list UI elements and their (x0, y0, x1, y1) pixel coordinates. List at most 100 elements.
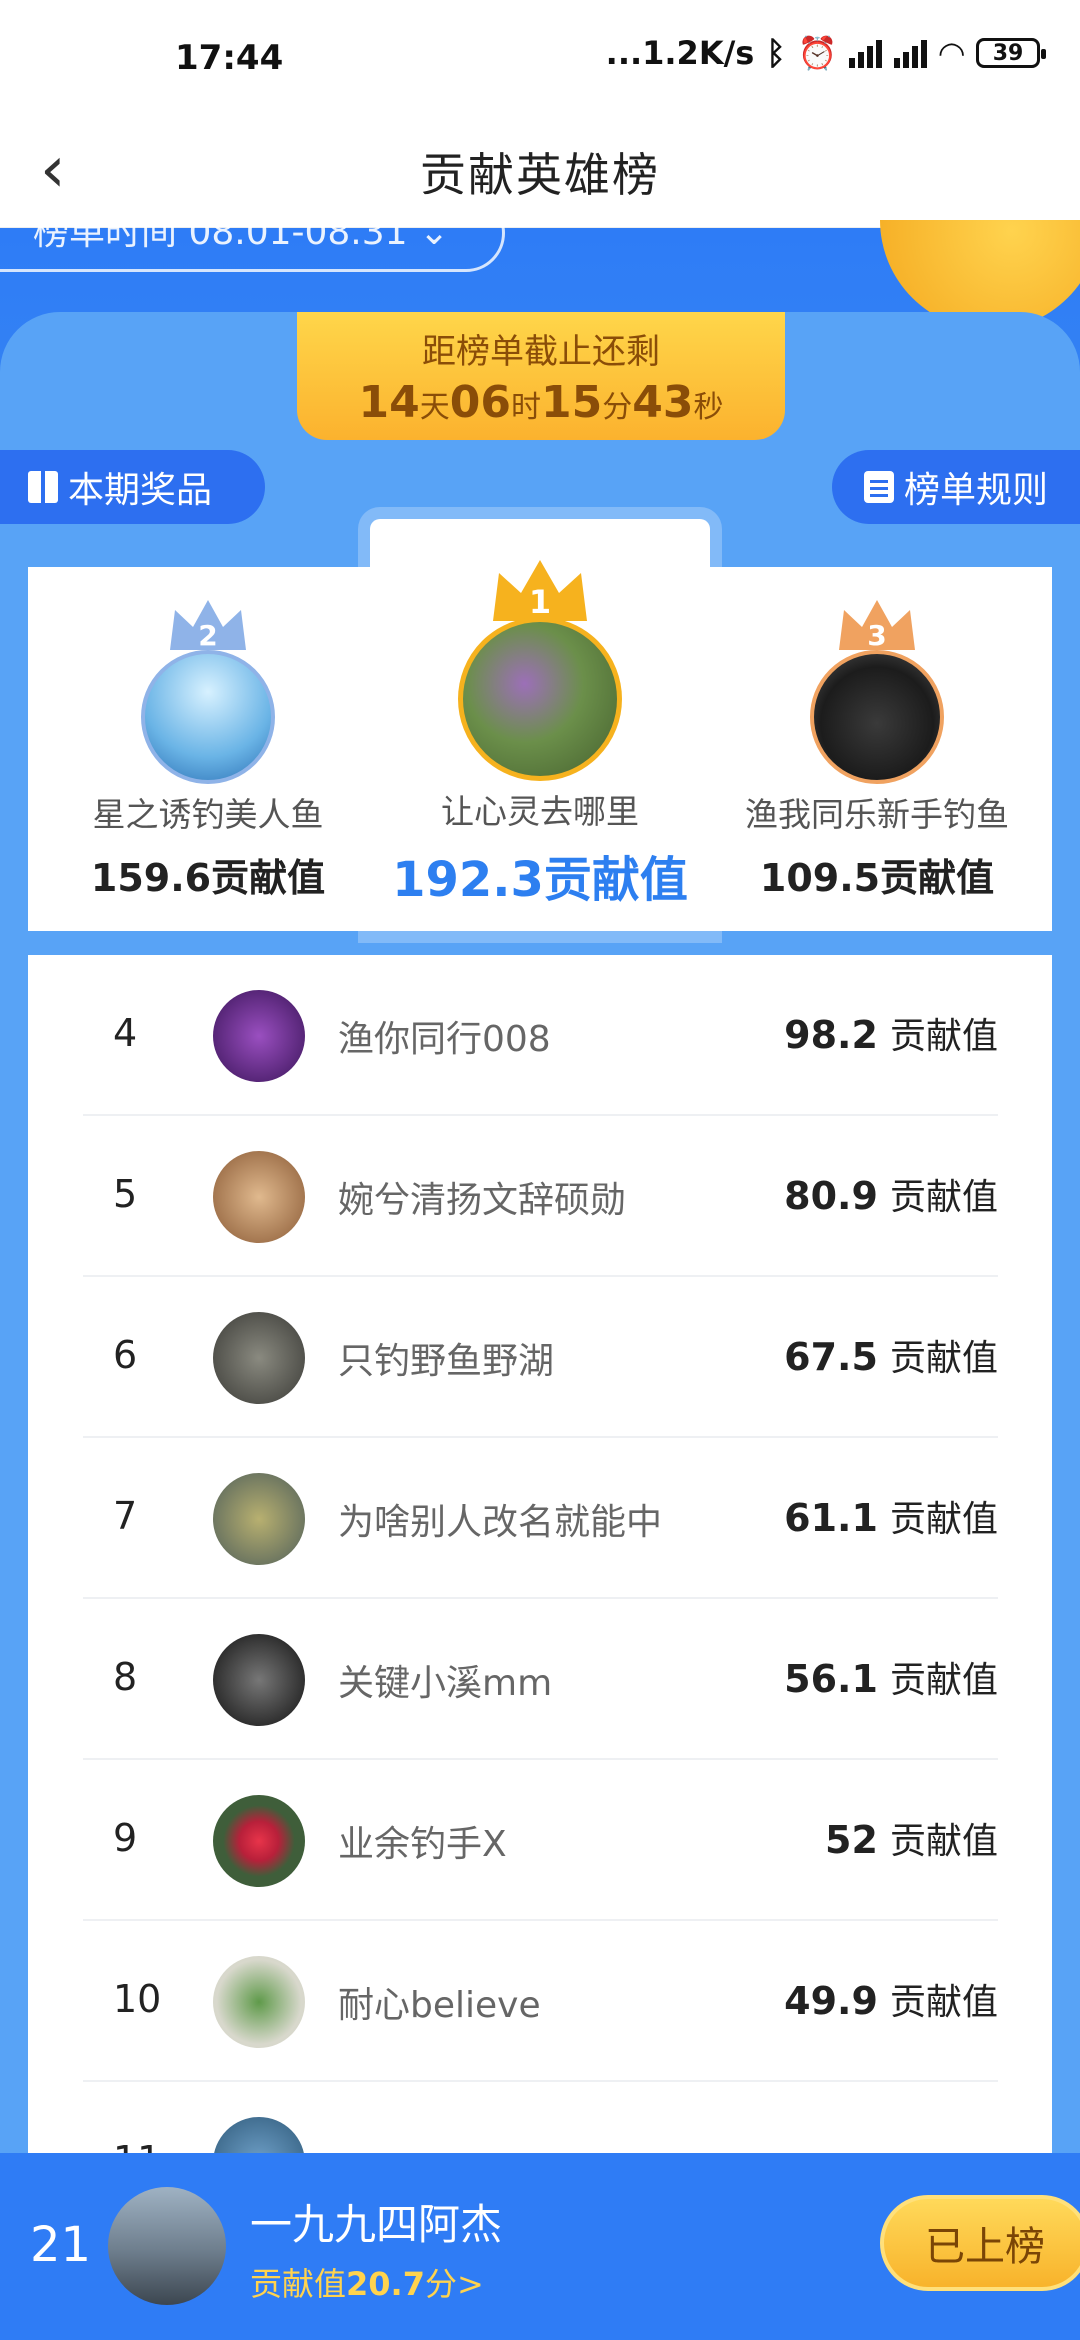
gift-icon (28, 471, 58, 503)
countdown-value: 14天06时15分43秒 (297, 377, 785, 428)
score-unit: 贡献值 (889, 1660, 998, 1701)
list-name: 渔你同行008 (338, 1019, 551, 1060)
avatar (213, 1312, 305, 1404)
podium-score: 109.5贡献值 (759, 856, 995, 900)
podium-name: 星之诱钓美人鱼 (92, 795, 324, 834)
avatar (213, 1956, 305, 2048)
my-rank: 21 (30, 2217, 92, 2273)
list-item[interactable]: 10 耐心believe 49.9 贡献值 (83, 1921, 998, 2082)
network-speed: ...1.2K/s (605, 34, 755, 72)
list-rank: 7 (113, 1494, 138, 1538)
rules-button[interactable]: 榜单规则 (832, 450, 1080, 524)
score-unit: 贡献值 (889, 1821, 998, 1862)
list-name: 婉兮清扬文辞硕勋 (338, 1180, 627, 1221)
avatar (213, 1151, 305, 1243)
list-name: 业余钓手X (338, 1824, 507, 1865)
score-value: 56.1 (784, 1657, 878, 1701)
list-item[interactable]: 4 渔你同行008 98.2 贡献值 (83, 955, 998, 1116)
list-name: 关键小溪mm (338, 1663, 553, 1704)
score-unit: 贡献值 (889, 1982, 998, 2023)
alarm-icon: ⏰ (797, 34, 838, 72)
prizes-button[interactable]: 本期奖品 (0, 450, 265, 524)
countdown-hours: 06 (449, 377, 511, 428)
countdown-label: 距榜单截止还剩 (422, 332, 660, 372)
list-item[interactable]: 7 为啥别人改名就能中 61.1 贡献值 (83, 1438, 998, 1599)
countdown-seconds: 43 (632, 377, 694, 428)
minutes-unit: 分 (602, 390, 633, 425)
score-unit: 贡献值 (889, 1499, 998, 1540)
avatar[interactable] (108, 2187, 226, 2305)
signal-icon-2 (894, 38, 928, 68)
ranking-list: 4 渔你同行008 98.2 贡献值 5 婉兮清扬文辞硕勋 80.9 贡献值 6… (28, 955, 1052, 2155)
avatar (213, 1634, 305, 1726)
list-score: 61.1 贡献值 (784, 1490, 998, 1542)
ranked-button[interactable]: 已上榜 (880, 2195, 1080, 2291)
podium-score: 159.6贡献值 (90, 856, 326, 900)
podium-first[interactable]: 1 让心灵去哪里 192.3贡献值 (380, 555, 700, 925)
list-score: 67.5 贡献值 (784, 1329, 998, 1381)
hours-unit: 时 (511, 390, 541, 425)
list-item[interactable]: 11 (83, 2082, 998, 2155)
list-item[interactable]: 9 业余钓手X 52 贡献值 (83, 1760, 998, 1921)
score-value: 52 (825, 1818, 878, 1862)
signal-icon (849, 38, 883, 68)
rank-number: 1 (529, 583, 551, 621)
list-item[interactable]: 6 只钓野鱼野湖 67.5 贡献值 (83, 1277, 998, 1438)
score-value: 67.5 (784, 1335, 878, 1379)
document-icon (864, 471, 894, 503)
list-rank: 10 (113, 1977, 162, 2021)
list-name: 只钓野鱼野湖 (338, 1341, 555, 1382)
range-label: 榜单时间 08.01-08.31 (33, 212, 408, 253)
countdown-minutes: 15 (541, 377, 603, 428)
list-score: 52 贡献值 (825, 1812, 998, 1864)
rank-number: 2 (198, 619, 217, 652)
countdown-days: 14 (358, 377, 420, 428)
list-rank: 9 (113, 1816, 138, 1860)
list-name: 为啥别人改名就能中 (338, 1502, 663, 1543)
avatar (213, 990, 305, 1082)
score-prefix: 贡献值 (250, 2265, 347, 2303)
podium-second[interactable]: 2 星之诱钓美人鱼 159.6贡献值 (58, 595, 358, 925)
score-value: 98.2 (784, 1013, 878, 1057)
score-value: 49.9 (784, 1979, 878, 2023)
podium-score: 192.3贡献值 (392, 852, 688, 908)
score-unit: 贡献值 (889, 1177, 998, 1218)
prizes-label: 本期奖品 (68, 470, 213, 511)
list-item[interactable]: 8 关键小溪mm 56.1 贡献值 (83, 1599, 998, 1760)
my-score-link[interactable]: 贡献值20.7分> (250, 2259, 484, 2305)
score-value: 80.9 (784, 1174, 878, 1218)
avatar (141, 650, 275, 784)
wifi-icon: ◠ (939, 34, 964, 72)
list-item[interactable]: 5 婉兮清扬文辞硕勋 80.9 贡献值 (83, 1116, 998, 1277)
score-unit: 贡献值 (889, 1016, 998, 1057)
list-score: 49.9 贡献值 (784, 1973, 998, 2025)
list-rank: 8 (113, 1655, 138, 1699)
list-rank: 5 (113, 1172, 138, 1216)
avatar (458, 617, 622, 781)
podium-name: 渔我同乐新手钓鱼 (745, 795, 1009, 834)
battery-icon: 39 (976, 38, 1046, 68)
seconds-unit: 秒 (693, 390, 724, 425)
crown-icon: 1 (493, 560, 587, 621)
status-time: 17:44 (175, 38, 284, 78)
status-right: ...1.2K/s ᛒ ⏰ ◠ 39 (605, 34, 1046, 72)
days-unit: 天 (419, 390, 450, 425)
rules-label: 榜单规则 (904, 470, 1049, 511)
crown-icon: 3 (839, 600, 915, 652)
score-suffix: 分> (424, 2265, 484, 2303)
list-score: 80.9 贡献值 (784, 1168, 998, 1220)
range-selector[interactable]: 榜单时间 08.01-08.31 ⌄ (0, 194, 505, 272)
avatar (213, 1473, 305, 1565)
podium-third[interactable]: 3 渔我同乐新手钓鱼 109.5贡献值 (722, 595, 1032, 925)
avatar (213, 2117, 305, 2155)
score-value: 20.7 (346, 2265, 425, 2303)
list-name: 耐心believe (338, 1985, 541, 2026)
status-bar: 17:44 ...1.2K/s ᛒ ⏰ ◠ 39 (0, 0, 1080, 115)
score-value: 61.1 (784, 1496, 878, 1540)
rank-number: 3 (867, 619, 886, 652)
battery-level: 39 (992, 40, 1024, 66)
chevron-down-icon: ⌄ (419, 212, 450, 253)
countdown-banner: 距榜单截止还剩 14天06时15分43秒 (297, 312, 785, 440)
list-rank: 6 (113, 1333, 138, 1377)
list-score: 56.1 贡献值 (784, 1651, 998, 1703)
